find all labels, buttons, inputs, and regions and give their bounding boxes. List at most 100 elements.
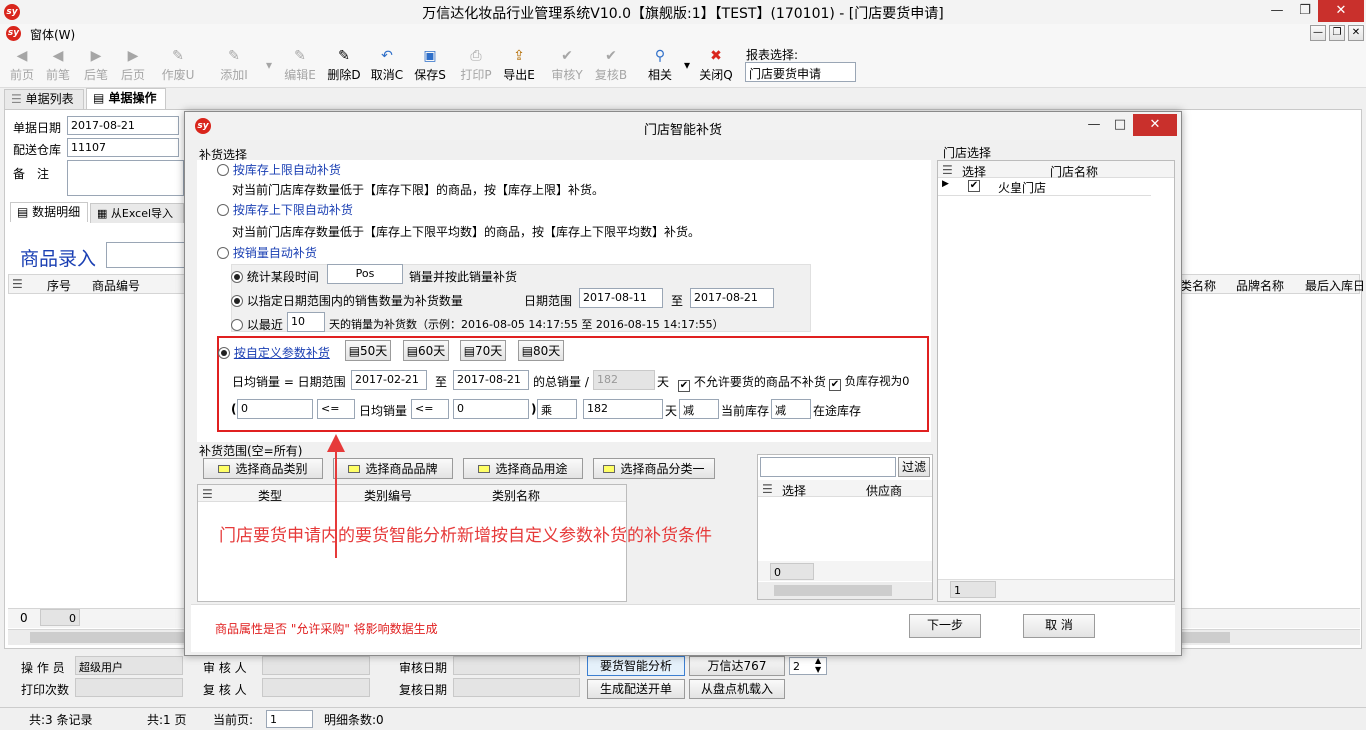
store-row-checkbox[interactable]: ✔ bbox=[968, 180, 980, 192]
opt-sales-radio[interactable] bbox=[217, 247, 229, 259]
sub-period-option[interactable]: 统计某段时间 bbox=[231, 268, 319, 285]
filter-button[interactable]: 过滤 bbox=[898, 457, 930, 477]
store-row[interactable]: ▶ ✔ 火皇门店 bbox=[938, 178, 1151, 196]
negative-stock-option[interactable]: ✔ 负库存视为0 bbox=[829, 373, 909, 391]
supplier-grid-menu-icon[interactable]: ☰ bbox=[762, 482, 773, 496]
report-select-input[interactable]: 门店要货申请 bbox=[745, 62, 856, 82]
no-order-goods-checkbox[interactable]: ✔ bbox=[678, 380, 690, 392]
void-button[interactable]: ✎ 作废U bbox=[160, 48, 196, 83]
sub-recent-days-radio[interactable] bbox=[231, 319, 243, 331]
wanxinda-button[interactable]: 万信达767 bbox=[689, 656, 785, 676]
select-usage-button[interactable]: 选择商品用途 bbox=[463, 458, 583, 479]
last-page-button[interactable]: ▶ 后页 bbox=[117, 48, 149, 83]
tab-document-operation[interactable]: ▤ 单据操作 bbox=[86, 88, 166, 109]
minus-transit-select[interactable]: 减 bbox=[771, 399, 811, 419]
next-record-button[interactable]: ▶ 后笔 bbox=[80, 48, 112, 83]
remark-input[interactable] bbox=[67, 160, 184, 196]
custom-date-from-input[interactable]: 2017-02-21 bbox=[351, 370, 427, 390]
opt-upper-limit[interactable]: 按库存上限自动补货 bbox=[217, 161, 341, 178]
close-button[interactable]: ✖ 关闭Q bbox=[698, 48, 734, 83]
opt-custom-radio[interactable] bbox=[218, 347, 230, 359]
warehouse-input[interactable]: 11107 bbox=[67, 138, 179, 157]
dialog-maximize-button[interactable]: □ bbox=[1105, 114, 1135, 136]
spin-input[interactable]: 2 bbox=[789, 657, 827, 675]
select-brand-button[interactable]: 选择商品品牌 bbox=[333, 458, 453, 479]
current-page-input[interactable]: 1 bbox=[266, 710, 313, 728]
tab-document-list[interactable]: ☰ 单据列表 bbox=[4, 89, 84, 109]
multiply-select[interactable]: 乘 bbox=[537, 399, 577, 419]
add-button[interactable]: ✎ 添加I bbox=[216, 48, 252, 83]
dialog-close-button[interactable]: ✕ bbox=[1133, 114, 1177, 136]
smart-analysis-button[interactable]: 要货智能分析 bbox=[587, 656, 685, 676]
doc-date-input[interactable]: 2017-08-21 bbox=[67, 116, 179, 135]
menu-window[interactable]: 窗体(W) bbox=[30, 26, 75, 43]
sales-date-from-input[interactable]: 2017-08-11 bbox=[579, 288, 663, 308]
days-80-button[interactable]: ▤80天 bbox=[518, 340, 564, 361]
first-page-button[interactable]: ◀ 前页 bbox=[6, 48, 38, 83]
supplier-hscrollbar[interactable] bbox=[758, 582, 932, 599]
period-suffix: 销量并按此销量补货 bbox=[409, 270, 518, 284]
no-order-goods-option[interactable]: ✔ 不允许要货的商品不补货 bbox=[678, 373, 826, 392]
delete-button[interactable]: ✎ 删除D bbox=[326, 48, 362, 83]
operator-1-select[interactable]: <= bbox=[317, 399, 355, 419]
days-60-button[interactable]: ▤60天 bbox=[403, 340, 449, 361]
related-dropdown-icon[interactable]: ▾ bbox=[684, 58, 690, 72]
recent-days-input[interactable]: 10 bbox=[287, 312, 325, 332]
dialog-cancel-button[interactable]: 取 消 bbox=[1023, 614, 1095, 638]
min-value-input[interactable]: 0 bbox=[237, 399, 313, 419]
replenish-options-panel: 补货选择 按库存上限自动补货 对当前门店库存数量低于【库存下限】的商品，按【库存… bbox=[191, 146, 935, 602]
export-icon: ⇪ bbox=[513, 48, 525, 64]
supplier-scroll-thumb[interactable] bbox=[774, 585, 892, 596]
cancel-button[interactable]: ↶ 取消C bbox=[369, 48, 405, 83]
sub-recent-days-option[interactable]: 以最近 bbox=[231, 316, 283, 333]
generate-delivery-button[interactable]: 生成配送开单 bbox=[587, 679, 685, 699]
minus-stock-select[interactable]: 减 bbox=[679, 399, 719, 419]
period-source-input[interactable]: Pos bbox=[327, 264, 403, 284]
restore-button[interactable]: ❐ bbox=[1290, 0, 1320, 22]
minimize-button[interactable]: — bbox=[1262, 0, 1292, 22]
scope-grid-menu-icon[interactable]: ☰ bbox=[202, 487, 213, 501]
tab-data-detail[interactable]: ▤ 数据明细 bbox=[10, 202, 88, 222]
sub-date-range-radio[interactable] bbox=[231, 295, 243, 307]
prev-record-button[interactable]: ◀ 前笔 bbox=[42, 48, 74, 83]
mdi-restore-button[interactable]: ❐ bbox=[1329, 25, 1345, 41]
first-page-icon: ◀ bbox=[16, 48, 28, 64]
multiply-days-input[interactable]: 182 bbox=[583, 399, 663, 419]
sub-date-range-option[interactable]: 以指定日期范围内的销售数量为补货数量 bbox=[231, 292, 463, 309]
close-window-button[interactable]: ✕ bbox=[1318, 0, 1364, 22]
sub-period-radio[interactable] bbox=[231, 271, 243, 283]
edit-button[interactable]: ✎ 编辑E bbox=[282, 48, 318, 83]
opt-upper-lower-radio[interactable] bbox=[217, 204, 229, 216]
operator-2-select[interactable]: <= bbox=[411, 399, 449, 419]
load-from-scanner-button[interactable]: 从盘点机载入 bbox=[689, 679, 785, 699]
spin-arrows-icon[interactable]: ▲ ▼ bbox=[815, 656, 821, 674]
print-button[interactable]: ⎙ 打印P bbox=[458, 48, 494, 83]
grid-menu-icon[interactable]: ☰ bbox=[12, 277, 23, 291]
doc-icon: ▤ bbox=[463, 344, 476, 358]
max-value-input[interactable]: 0 bbox=[453, 399, 529, 419]
sales-date-to-input[interactable]: 2017-08-21 bbox=[690, 288, 774, 308]
mdi-close-button[interactable]: ✕ bbox=[1348, 25, 1364, 41]
tab-excel-import[interactable]: ▦ 从Excel导入 bbox=[90, 203, 184, 223]
supplier-filter-input[interactable] bbox=[760, 457, 896, 477]
next-step-button[interactable]: 下一步 bbox=[909, 614, 981, 638]
opt-sales[interactable]: 按销量自动补货 bbox=[217, 244, 317, 261]
select-class-one-button[interactable]: 选择商品分类一 bbox=[593, 458, 715, 479]
review-button[interactable]: ✔ 审核Y bbox=[549, 48, 585, 83]
opt-upper-lower-limit[interactable]: 按库存上下限自动补货 bbox=[217, 201, 353, 218]
mdi-minimize-button[interactable]: — bbox=[1310, 25, 1326, 41]
negative-stock-checkbox[interactable]: ✔ bbox=[829, 379, 841, 391]
recheck-button[interactable]: ✔ 复核B bbox=[593, 48, 629, 83]
select-category-button[interactable]: 选择商品类别 bbox=[203, 458, 323, 479]
opt-upper-limit-radio[interactable] bbox=[217, 164, 229, 176]
product-entry-input[interactable] bbox=[106, 242, 186, 268]
add-dropdown-icon[interactable]: ▾ bbox=[266, 58, 272, 72]
export-button[interactable]: ⇪ 导出E bbox=[501, 48, 537, 83]
related-button[interactable]: ⚲ 相关 bbox=[644, 48, 676, 83]
custom-date-to-input[interactable]: 2017-08-21 bbox=[453, 370, 529, 390]
save-button[interactable]: ▣ 保存S bbox=[412, 48, 448, 83]
days-70-button[interactable]: ▤70天 bbox=[460, 340, 506, 361]
store-grid-menu-icon[interactable]: ☰ bbox=[942, 163, 953, 177]
days-50-button[interactable]: ▤50天 bbox=[345, 340, 391, 361]
opt-custom-param[interactable]: 按自定义参数补货 bbox=[218, 344, 330, 361]
